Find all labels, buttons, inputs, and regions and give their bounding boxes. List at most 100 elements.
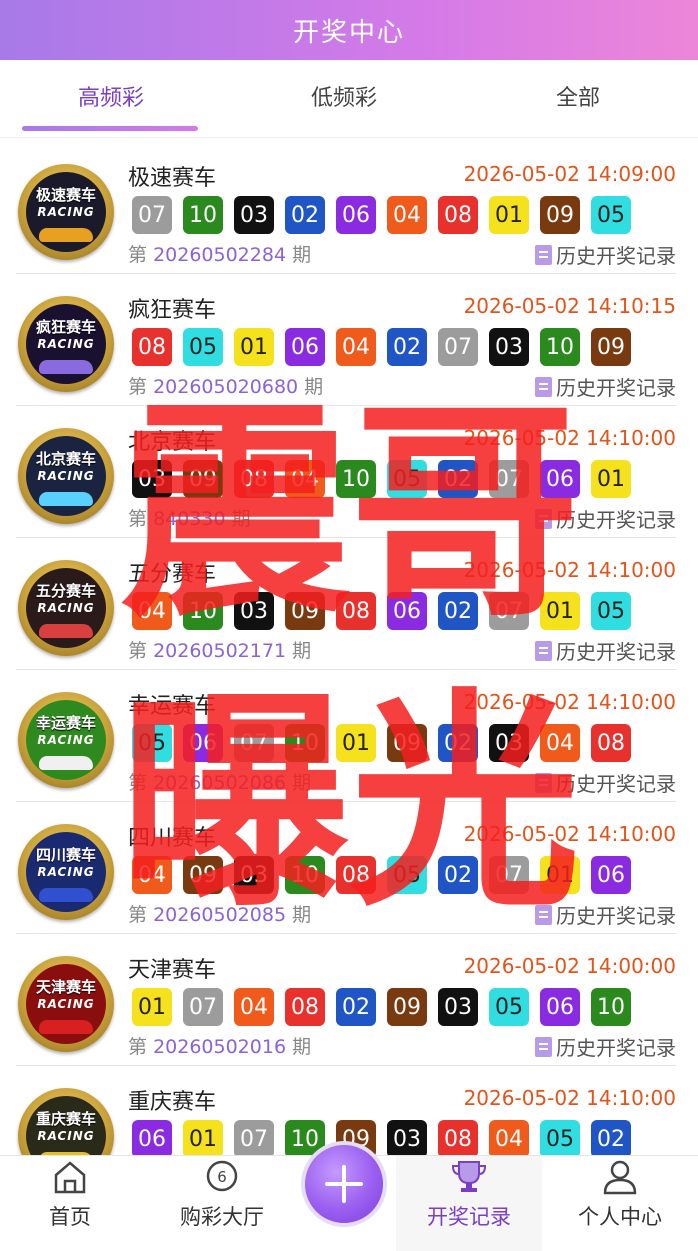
result-ball: 02	[591, 1120, 631, 1158]
logo-title: 疯狂赛车	[35, 318, 96, 336]
svg-text:6: 6	[217, 1168, 227, 1186]
history-link[interactable]: 历史开奖记录	[535, 372, 676, 401]
nav-draw-records[interactable]: 开奖记录	[396, 1156, 542, 1251]
result-balls: 01 07 04 08 02 09 03 05 06 10	[132, 988, 642, 1026]
result-ball: 04	[285, 460, 325, 498]
issue-value: 20260502086	[153, 772, 287, 794]
issue-value: 20260502284	[153, 244, 287, 266]
result-ball: 07	[438, 328, 478, 366]
history-label: 历史开奖记录	[556, 244, 676, 268]
result-ball: 06	[591, 856, 631, 894]
issue-value: 20260502171	[153, 640, 287, 662]
nav-lottery-hall[interactable]: 6 购彩大厅	[152, 1156, 292, 1251]
result-ball: 09	[387, 988, 427, 1026]
result-ball: 02	[438, 460, 478, 498]
history-link[interactable]: 历史开奖记录	[535, 900, 676, 929]
result-ball: 05	[132, 724, 172, 762]
lottery-row[interactable]: 天津赛车 RACING 天津赛车 2026-05-02 14:00:00 01 07 04 0…	[16, 934, 676, 1066]
history-link[interactable]: 历史开奖记录	[535, 240, 676, 269]
result-ball: 01	[540, 856, 580, 894]
result-balls: 07 10 03 02 06 04 08 01 09 05	[132, 196, 642, 234]
issue-prefix: 第	[128, 376, 148, 398]
lottery-row[interactable]: 五分赛车 RACING 五分赛车 2026-05-02 14:10:00 04 10 03 0…	[16, 538, 676, 670]
draw-time: 2026-05-02 14:10:00	[463, 558, 676, 582]
result-ball: 06	[132, 1120, 172, 1158]
race-car-icon	[39, 1020, 93, 1034]
result-ball: 04	[132, 592, 172, 630]
race-car-icon	[39, 492, 93, 506]
history-label: 历史开奖记录	[556, 772, 676, 796]
history-link[interactable]: 历史开奖记录	[535, 636, 676, 665]
tab-all[interactable]: 全部	[462, 80, 694, 112]
issue-value: 20260502085	[153, 904, 287, 926]
nav-home[interactable]: 首页	[0, 1156, 140, 1251]
lottery-row[interactable]: 疯狂赛车 RACING 疯狂赛车 2026-05-02 14:10:15 08 05 01 0…	[16, 274, 676, 406]
lottery-logo-badge: 五分赛车 RACING	[26, 568, 106, 648]
result-balls: 06 01 07 10 09 03 08 04 05 02	[132, 1120, 642, 1158]
result-ball: 05	[387, 856, 427, 894]
result-ball: 10	[336, 460, 376, 498]
result-ball: 07	[132, 196, 172, 234]
result-ball: 06	[540, 988, 580, 1026]
logo-title: 重庆赛车	[35, 1110, 96, 1128]
document-icon	[535, 376, 552, 397]
result-ball: 01	[540, 592, 580, 630]
top-header: 开奖中心	[0, 0, 698, 60]
nav-lottery-hall-label: 购彩大厅	[180, 1205, 264, 1229]
result-ball: 01	[183, 1120, 223, 1158]
history-label: 历史开奖记录	[556, 1036, 676, 1060]
result-ball: 08	[336, 856, 376, 894]
history-label: 历史开奖记录	[556, 904, 676, 928]
lottery-row[interactable]: 极速赛车 RACING 极速赛车 2026-05-02 14:09:00 07 10 03 0…	[16, 142, 676, 274]
result-ball: 09	[540, 196, 580, 234]
result-ball: 01	[132, 988, 172, 1026]
result-ball: 08	[438, 196, 478, 234]
nav-home-label: 首页	[49, 1205, 91, 1229]
plus-icon	[325, 1165, 363, 1203]
result-ball: 02	[438, 724, 478, 762]
result-ball: 04	[234, 988, 274, 1026]
result-balls: 05 06 07 10 01 09 02 03 04 08	[132, 724, 642, 762]
result-ball: 07	[183, 988, 223, 1026]
lottery-ball-icon: 6	[206, 1160, 238, 1192]
result-ball: 05	[591, 592, 631, 630]
result-ball: 07	[489, 592, 529, 630]
document-icon	[535, 508, 552, 529]
logo-subtitle: RACING	[37, 337, 95, 351]
logo-subtitle: RACING	[37, 997, 95, 1011]
lottery-logo-badge: 极速赛车 RACING	[26, 172, 106, 252]
home-icon	[54, 1161, 86, 1194]
lottery-row[interactable]: 幸运赛车 RACING 幸运赛车 2026-05-02 14:10:00 05 06 07 1…	[16, 670, 676, 802]
result-ball: 01	[336, 724, 376, 762]
draw-time: 2026-05-02 14:00:00	[463, 954, 676, 978]
draw-time: 2026-05-02 14:10:15	[463, 294, 676, 318]
document-icon	[535, 1036, 552, 1057]
lottery-row[interactable]: 北京赛车 RACING 北京赛车 2026-05-02 14:10:00 03 09 08 0…	[16, 406, 676, 538]
logo-title: 幸运赛车	[35, 714, 96, 732]
tab-low-frequency[interactable]: 低频彩	[228, 80, 460, 112]
issue-suffix: 期	[292, 244, 312, 266]
lottery-name: 北京赛车	[128, 430, 217, 455]
result-ball: 05	[489, 988, 529, 1026]
result-ball: 03	[132, 460, 172, 498]
history-link[interactable]: 历史开奖记录	[535, 504, 676, 533]
document-icon	[535, 772, 552, 793]
logo-subtitle: RACING	[37, 733, 95, 747]
tab-high-frequency[interactable]: 高频彩	[24, 80, 198, 112]
result-balls: 04 10 03 09 08 06 02 07 01 05	[132, 592, 642, 630]
fab-add-button[interactable]	[301, 1141, 387, 1227]
lottery-logo-badge: 四川赛车 RACING	[26, 832, 106, 912]
history-link[interactable]: 历史开奖记录	[535, 768, 676, 797]
lottery-name: 极速赛车	[128, 166, 217, 191]
lottery-logo-badge: 幸运赛车 RACING	[26, 700, 106, 780]
logo-subtitle: RACING	[37, 1129, 95, 1143]
lottery-name: 天津赛车	[128, 958, 217, 983]
lottery-logo-badge: 北京赛车 RACING	[26, 436, 106, 516]
lottery-name: 四川赛车	[128, 826, 217, 851]
result-ball: 08	[234, 460, 274, 498]
history-link[interactable]: 历史开奖记录	[535, 1032, 676, 1061]
result-ball: 02	[438, 856, 478, 894]
nav-profile[interactable]: 个人中心	[550, 1156, 690, 1251]
draw-time: 2026-05-02 14:10:00	[463, 690, 676, 714]
lottery-row[interactable]: 四川赛车 RACING 四川赛车 2026-05-02 14:10:00 04 09 03 1…	[16, 802, 676, 934]
